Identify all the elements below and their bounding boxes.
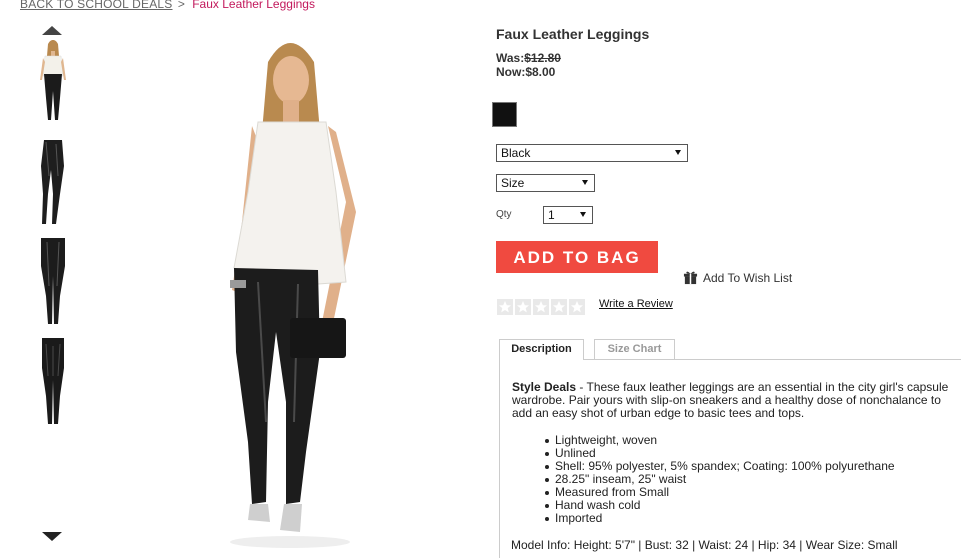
- price-now-value: $8.00: [525, 65, 556, 79]
- scroll-up-arrow-icon[interactable]: [42, 26, 62, 35]
- tab-description[interactable]: Description: [499, 339, 584, 360]
- qty-select[interactable]: 1: [543, 206, 593, 224]
- price-was-label: Was:: [496, 51, 525, 65]
- add-to-wish-list-link[interactable]: Add To Wish List: [683, 270, 792, 285]
- description-text: Style Deals - These faux leather legging…: [512, 381, 952, 420]
- star-icon: [569, 299, 585, 315]
- thumbnail-leggings-back[interactable]: [22, 336, 84, 428]
- rating-stars: [497, 299, 587, 315]
- thumbnail-full-outfit[interactable]: [22, 36, 84, 128]
- price-was: Was:$12.80: [496, 51, 561, 65]
- chevron-down-icon: [675, 150, 681, 155]
- write-review-link[interactable]: Write a Review: [599, 298, 673, 310]
- description-lead: Style Deals: [512, 380, 577, 394]
- chevron-down-icon: [582, 180, 588, 185]
- star-icon: [551, 299, 567, 315]
- main-product-image: [150, 22, 430, 558]
- color-swatch-black[interactable]: [492, 102, 517, 127]
- breadcrumb: BACK TO SCHOOL DEALS > Faux Leather Legg…: [20, 0, 315, 11]
- scroll-down-arrow-icon[interactable]: [42, 532, 62, 541]
- price-now: Now:$8.00: [496, 65, 555, 79]
- star-icon: [533, 299, 549, 315]
- chevron-down-icon: [580, 212, 586, 217]
- price-was-value: $12.80: [524, 51, 561, 65]
- breadcrumb-back-link[interactable]: BACK TO SCHOOL DEALS: [20, 0, 173, 11]
- qty-select-value: 1: [548, 208, 555, 222]
- model-photo-icon: [230, 43, 356, 548]
- color-select[interactable]: Black: [496, 144, 688, 162]
- feature-list: Lightweight, woven Unlined Shell: 95% po…: [545, 434, 895, 525]
- thumbnail-leggings-front[interactable]: [22, 236, 84, 328]
- breadcrumb-separator: >: [177, 0, 185, 11]
- model-full-icon: [40, 40, 66, 120]
- add-to-bag-button[interactable]: ADD TO BAG: [496, 241, 658, 273]
- list-item: Imported: [545, 512, 895, 525]
- wish-list-label: Add To Wish List: [703, 270, 793, 285]
- size-select-value: Size: [501, 176, 525, 190]
- product-title: Faux Leather Leggings: [496, 26, 650, 42]
- leggings-side-icon: [41, 140, 64, 224]
- list-item: Lightweight, woven: [545, 434, 895, 447]
- model-info: Model Info: Height: 5'7" | Bust: 32 | Wa…: [511, 538, 898, 552]
- description-body: - These faux leather leggings are an ess…: [512, 380, 949, 420]
- tab-size-chart[interactable]: Size Chart: [594, 339, 675, 359]
- leggings-back-icon: [42, 338, 64, 424]
- star-icon: [515, 299, 531, 315]
- leggings-front-icon: [41, 238, 65, 324]
- list-item: Hand wash cold: [545, 499, 895, 512]
- qty-label: Qty: [496, 209, 512, 220]
- color-select-value: Black: [501, 146, 531, 160]
- size-select[interactable]: Size: [496, 174, 595, 192]
- thumbnail-leggings-side[interactable]: [22, 136, 84, 228]
- star-icon: [497, 299, 513, 315]
- gift-icon: [683, 271, 698, 285]
- price-now-label: Now:: [496, 65, 526, 79]
- breadcrumb-current: Faux Leather Leggings: [192, 0, 315, 11]
